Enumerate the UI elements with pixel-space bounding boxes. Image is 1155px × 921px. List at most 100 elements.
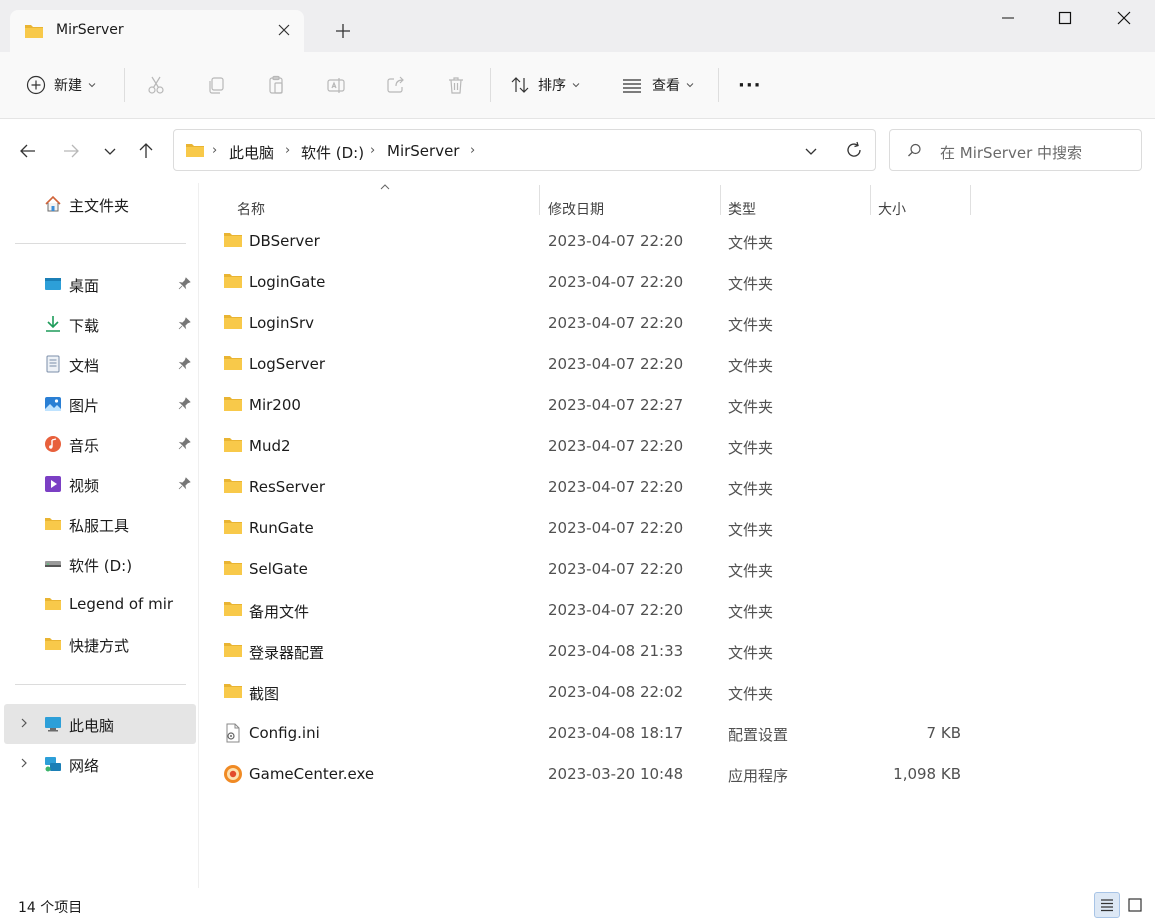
address-bar[interactable]: › 此电脑 › 软件 (D:) › MirServer › <box>173 129 876 171</box>
close-tab-icon[interactable] <box>276 22 292 38</box>
column-header-size[interactable]: 大小 <box>870 191 970 221</box>
cut-button[interactable] <box>146 72 166 98</box>
column-header-label: 修改日期 <box>548 202 604 218</box>
details-view-icon <box>1101 899 1113 912</box>
sidebar-item-desktop[interactable]: 桌面 <box>4 264 196 304</box>
file-name: 登录器配置 <box>249 644 325 662</box>
breadcrumb-drive-d[interactable]: 软件 (D:) <box>301 142 364 163</box>
sidebar-item-network[interactable]: 网络 <box>4 744 196 784</box>
file-row-[interactable]: 截图 2023-04-08 22:02 文件夹 <box>215 672 975 712</box>
video-icon <box>45 476 61 492</box>
sidebar-item-pictures[interactable]: 图片 <box>4 384 196 424</box>
column-header-type[interactable]: 类型 <box>720 191 870 221</box>
folder-icon <box>223 436 243 456</box>
file-name: 备用文件 <box>249 603 310 621</box>
address-dropdown-icon[interactable] <box>804 144 818 158</box>
details-view-button[interactable] <box>1094 892 1120 918</box>
file-row-[interactable]: 登录器配置 2023-04-08 21:33 文件夹 <box>215 631 975 671</box>
sidebar-item-label: 主文件夹 <box>69 197 130 215</box>
file-modified-date: 2023-04-07 22:20 <box>548 560 684 578</box>
tab-mirserver[interactable]: MirServer <box>10 10 304 52</box>
chevron-right-icon[interactable] <box>18 757 30 769</box>
search-input[interactable]: 在 MirServer 中搜索 <box>940 142 1082 163</box>
file-row-resserver[interactable]: ResServer 2023-04-07 22:20 文件夹 <box>215 467 975 507</box>
folder-icon <box>45 518 61 530</box>
search-box[interactable]: 在 MirServer 中搜索 <box>889 129 1142 171</box>
sidebar-item-home[interactable]: 主文件夹 <box>4 184 196 224</box>
folder-icon <box>224 356 242 370</box>
file-row-config-ini[interactable]: Config.ini 2023-04-08 18:17 配置设置 7 KB <box>215 713 975 753</box>
minimize-button[interactable] <box>980 0 1036 36</box>
file-row-gamecenter-exe[interactable]: GameCenter.exe 2023-03-20 10:48 应用程序 1,0… <box>215 754 975 794</box>
tab-title: MirServer <box>56 22 124 38</box>
sidebar-item-documents[interactable]: 文档 <box>4 344 196 384</box>
file-list: 名称 修改日期 类型 大小 DBServer 2023-04-07 22:20 … <box>199 183 1155 888</box>
back-button[interactable] <box>16 139 40 163</box>
file-row-[interactable]: 备用文件 2023-04-07 22:20 文件夹 <box>215 590 975 630</box>
sort-button[interactable]: 排序 <box>510 72 581 98</box>
file-name: LogServer <box>249 355 325 373</box>
sidebar-item-drive-d[interactable]: 软件 (D:) <box>4 544 196 584</box>
pin-icon[interactable] <box>178 317 191 330</box>
breadcrumb-separator: › <box>470 143 476 158</box>
new-button[interactable]: 新建 <box>26 72 97 98</box>
file-modified-date: 2023-04-07 22:20 <box>548 273 684 291</box>
file-modified-date: 2023-03-20 10:48 <box>548 765 684 783</box>
share-button[interactable] <box>386 72 406 98</box>
recent-locations-button[interactable] <box>98 139 122 163</box>
pin-icon[interactable] <box>178 277 191 290</box>
folder-icon <box>223 682 243 702</box>
file-name: ResServer <box>249 478 325 496</box>
new-tab-icon[interactable] <box>332 20 354 42</box>
breadcrumb-this-pc[interactable]: 此电脑 <box>229 142 274 163</box>
sidebar-item-private-server-tools[interactable]: 私服工具 <box>4 504 196 544</box>
pin-icon[interactable] <box>178 477 191 490</box>
download-icon <box>46 316 60 332</box>
chevron-right-icon[interactable] <box>18 717 30 729</box>
pin-icon[interactable] <box>178 437 191 450</box>
game-center-app-icon <box>224 765 242 783</box>
file-row-logingate[interactable]: LoginGate 2023-04-07 22:20 文件夹 <box>215 262 975 302</box>
file-row-logserver[interactable]: LogServer 2023-04-07 22:20 文件夹 <box>215 344 975 384</box>
file-row-rungate[interactable]: RunGate 2023-04-07 22:20 文件夹 <box>215 508 975 548</box>
sidebar-divider <box>15 243 186 244</box>
refresh-icon[interactable] <box>845 141 863 159</box>
rename-button[interactable] <box>326 72 346 98</box>
paste-button[interactable] <box>266 72 286 98</box>
file-row-mud2[interactable]: Mud2 2023-04-07 22:20 文件夹 <box>215 426 975 466</box>
pin-icon[interactable] <box>178 397 191 410</box>
sidebar-item-label: 下载 <box>69 317 100 335</box>
folder-icon <box>224 479 242 493</box>
sidebar-item-legend-of-mir[interactable]: Legend of mir <box>4 584 196 624</box>
item-count: 14 个项目 <box>18 900 83 916</box>
copy-button[interactable] <box>206 72 226 98</box>
column-header-date[interactable]: 修改日期 <box>540 191 720 221</box>
folder-icon <box>224 397 242 411</box>
delete-button[interactable] <box>446 72 466 98</box>
column-separator[interactable] <box>970 185 971 215</box>
view-button[interactable]: 查看 <box>622 72 695 98</box>
up-button[interactable] <box>134 139 158 163</box>
file-row-loginsrv[interactable]: LoginSrv 2023-04-07 22:20 文件夹 <box>215 303 975 343</box>
file-row-selgate[interactable]: SelGate 2023-04-07 22:20 文件夹 <box>215 549 975 589</box>
chevron-down-icon <box>572 83 580 88</box>
close-window-button[interactable] <box>1096 0 1152 36</box>
pin-icon[interactable] <box>178 357 191 370</box>
breadcrumb-mirserver[interactable]: MirServer <box>387 142 459 160</box>
large-icons-view-button[interactable] <box>1122 892 1148 918</box>
forward-button[interactable] <box>59 139 83 163</box>
arrow-right-icon <box>64 144 79 158</box>
sidebar-item-this-pc[interactable]: 此电脑 <box>4 704 196 744</box>
column-header-label: 大小 <box>878 202 906 218</box>
sidebar-item-shortcuts[interactable]: 快捷方式 <box>4 624 196 664</box>
file-row-dbserver[interactable]: DBServer 2023-04-07 22:20 文件夹 <box>215 221 975 261</box>
sidebar-item-videos[interactable]: 视频 <box>4 464 196 504</box>
file-modified-date: 2023-04-07 22:20 <box>548 478 684 496</box>
sidebar-item-music[interactable]: 音乐 <box>4 424 196 464</box>
column-header-name[interactable]: 名称 <box>229 191 539 221</box>
maximize-button[interactable] <box>1037 0 1093 36</box>
tiles-view-icon <box>1128 898 1142 912</box>
more-options-button[interactable]: ··· <box>738 72 762 98</box>
sidebar-item-downloads[interactable]: 下载 <box>4 304 196 344</box>
file-row-mir200[interactable]: Mir200 2023-04-07 22:27 文件夹 <box>215 385 975 425</box>
